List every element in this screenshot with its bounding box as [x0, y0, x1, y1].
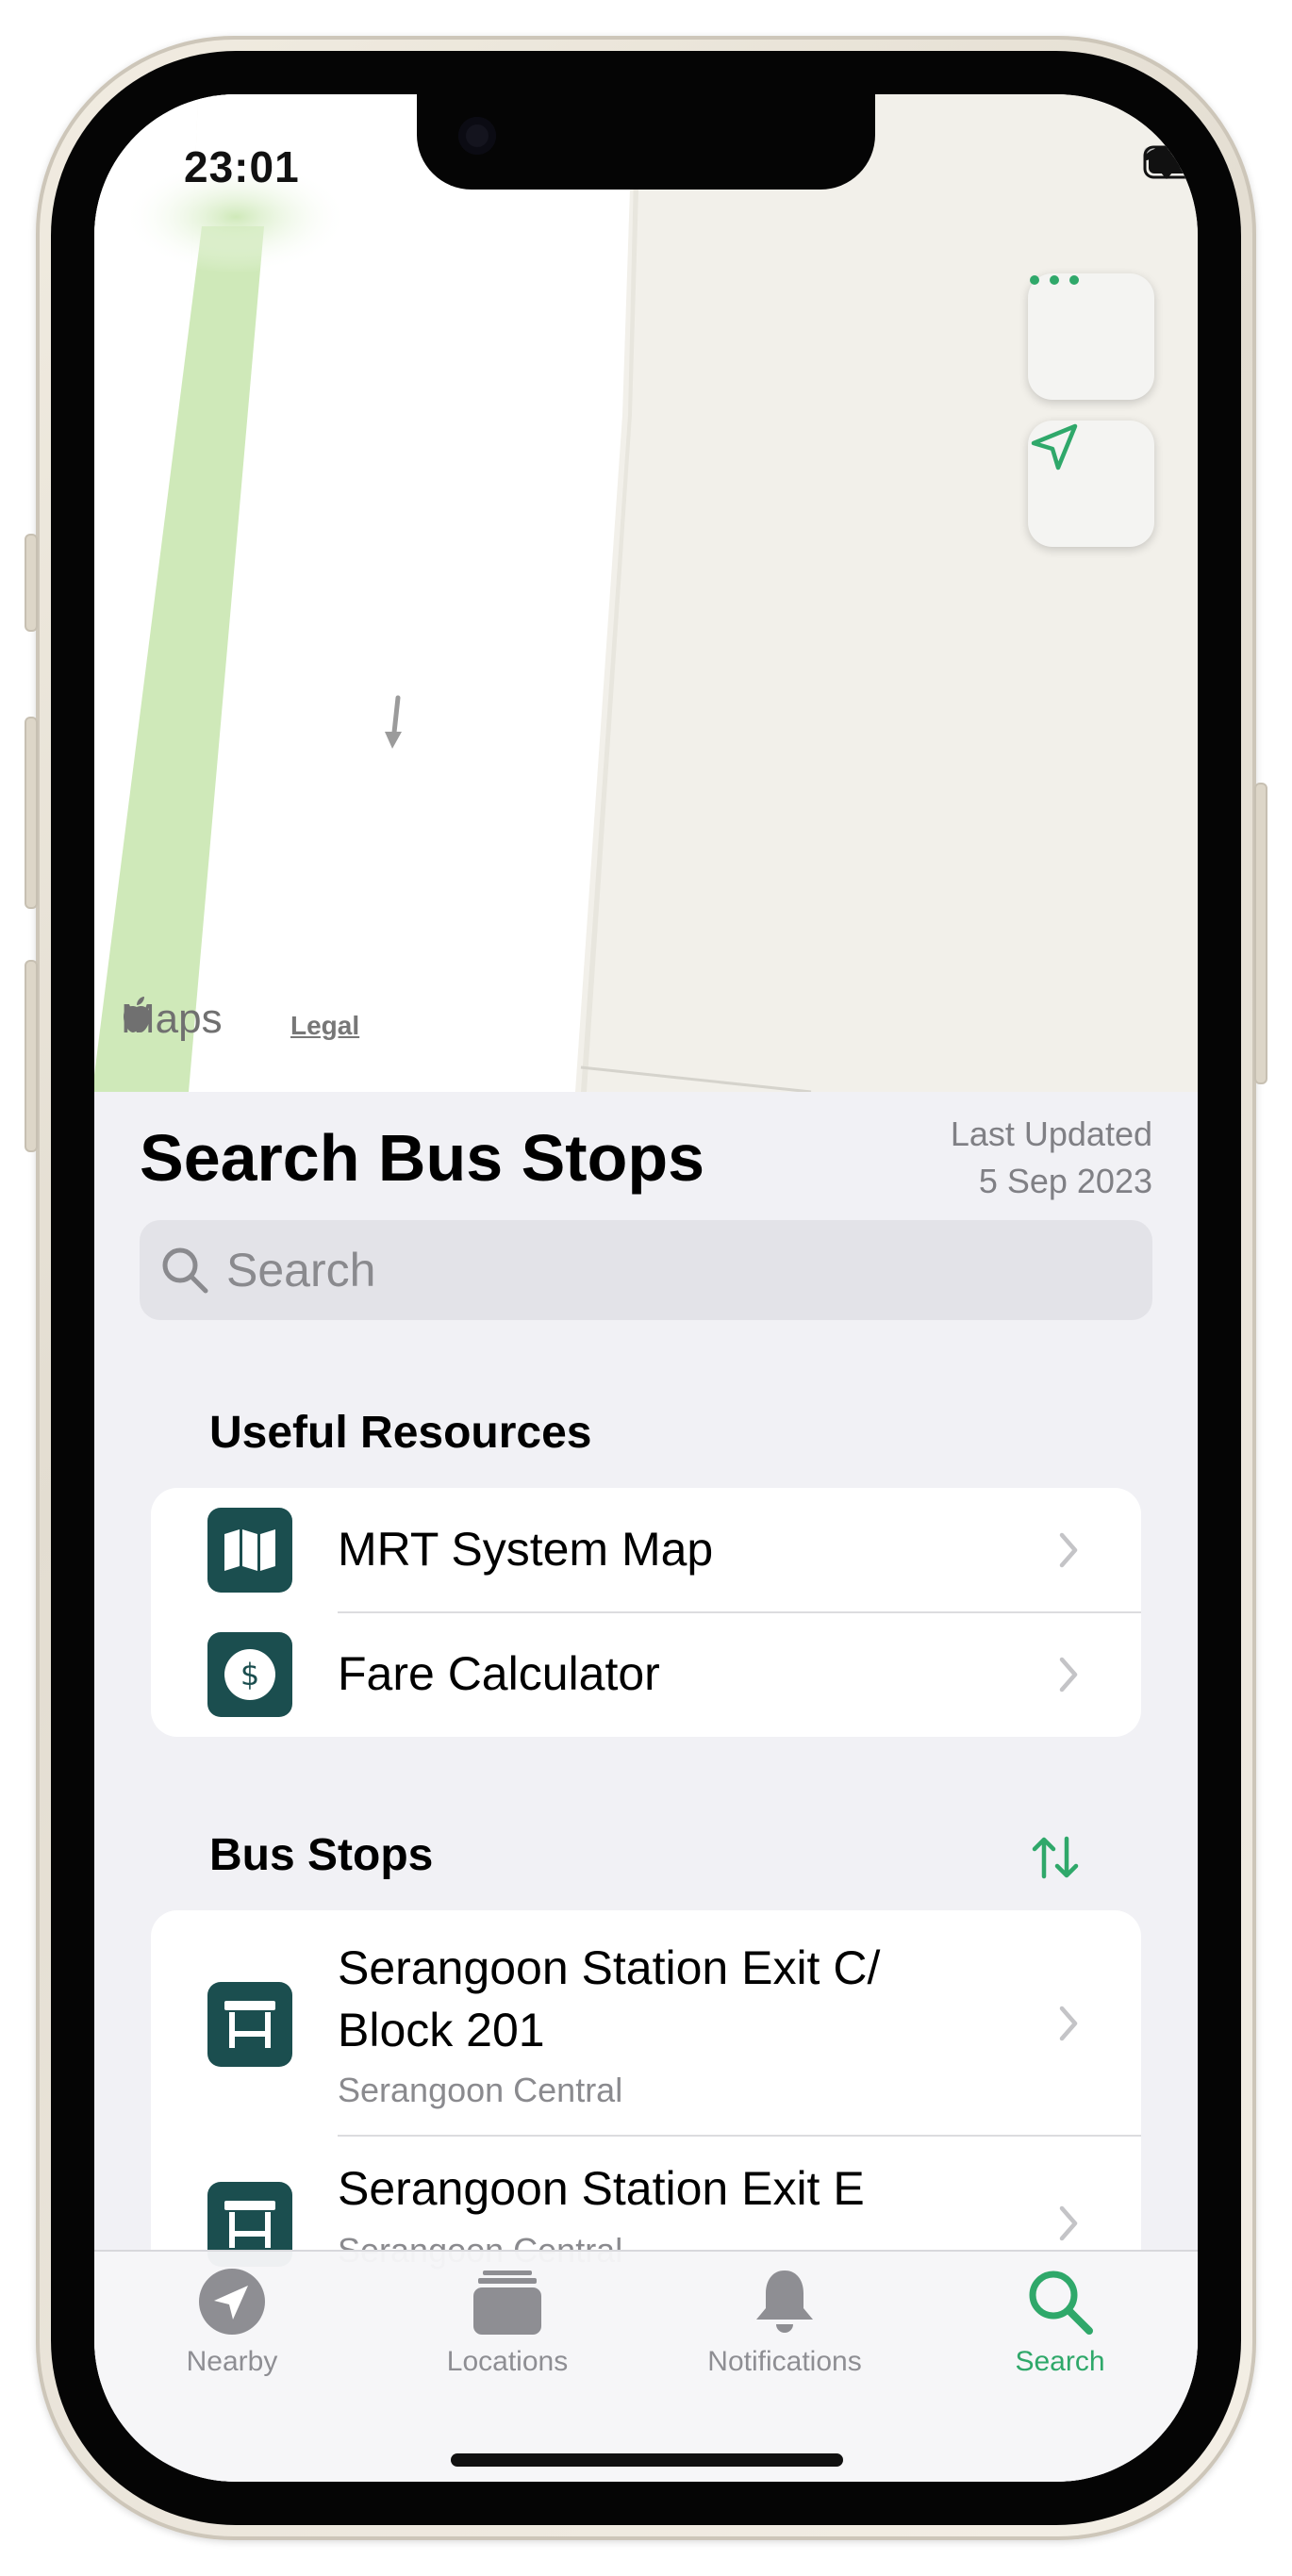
- volume-down-button: [25, 960, 38, 1152]
- tab-search[interactable]: Search: [966, 2267, 1154, 2378]
- bell-icon: [756, 2271, 813, 2333]
- location-arrow-icon: [199, 2269, 265, 2335]
- home-indicator[interactable]: [451, 2453, 843, 2467]
- tab-label: Search: [1015, 2346, 1105, 2377]
- magnifier-icon: [1029, 2271, 1093, 2335]
- camera-icon: [458, 117, 496, 155]
- volume-up-button: [25, 717, 38, 909]
- bus-stop-road: Serangoon Central: [338, 2071, 623, 2109]
- sort-arrows-icon[interactable]: [1030, 1835, 1081, 1880]
- action-button: [25, 534, 38, 632]
- dollar-icon: $: [207, 1632, 292, 1717]
- battery-icon: [1143, 145, 1198, 179]
- map-more-button[interactable]: [1028, 273, 1154, 400]
- tab-label: Notifications: [707, 2346, 862, 2377]
- list-item-fare-calculator[interactable]: $ Fare Calculator: [151, 1612, 1141, 1737]
- chevron-right-icon: [1059, 1532, 1078, 1568]
- useful-resources-list: MRT System Map $ Fare Calculator: [151, 1488, 1141, 1737]
- bus-stop-icon: [207, 1982, 292, 2067]
- search-icon: [162, 1247, 208, 1294]
- apple-logo-icon: [124, 997, 150, 1032]
- chevron-right-icon: [1059, 2006, 1078, 2041]
- apple-maps-attribution: Maps: [121, 996, 223, 1043]
- list-item-mrt-map[interactable]: MRT System Map: [151, 1488, 1141, 1612]
- useful-resources-header: Useful Resources: [209, 1408, 592, 1458]
- search-input[interactable]: Search: [140, 1220, 1152, 1320]
- search-placeholder: Search: [226, 1244, 376, 1296]
- legal-link[interactable]: Legal: [290, 1011, 359, 1041]
- map-icon: [207, 1508, 292, 1593]
- list-item-label: MRT System Map: [338, 1523, 714, 1576]
- bus-stop-name: Serangoon Station Exit E: [338, 2162, 865, 2215]
- chevron-right-icon: [1059, 2205, 1078, 2241]
- road-edge-bottom: [580, 1065, 812, 1092]
- list-item-label: Fare Calculator: [338, 1647, 660, 1700]
- status-time: 23:01: [184, 142, 300, 191]
- locate-me-button[interactable]: [1028, 421, 1154, 547]
- tab-bar: Nearby Locations Notifications Search: [94, 2250, 1198, 2482]
- bus-stop-name-line2: Block 201: [338, 2004, 545, 2056]
- svg-text:$: $: [240, 1657, 259, 1693]
- stack-icon: [473, 2271, 541, 2335]
- ellipsis-icon: [1030, 275, 1079, 285]
- bus-stops-list: Serangoon Station Exit C/ Block 201 Sera…: [151, 1910, 1141, 2306]
- map-view[interactable]: 23:01 Maps Legal: [94, 94, 1198, 1092]
- chevron-right-icon: [1059, 1657, 1078, 1693]
- bus-stop-name: Serangoon Station Exit C/ Block 201: [338, 1937, 880, 2061]
- tab-label: Nearby: [186, 2346, 278, 2377]
- last-updated: Last Updated 5 Sep 2023: [951, 1111, 1152, 1205]
- last-updated-label: Last Updated: [950, 1115, 1152, 1153]
- last-updated-date: 5 Sep 2023: [978, 1162, 1152, 1200]
- page-title: Search Bus Stops: [140, 1121, 705, 1195]
- bus-stops-header: Bus Stops: [209, 1830, 434, 1880]
- bus-stop-row[interactable]: Serangoon Station Exit C/ Block 201 Sera…: [151, 1910, 1141, 2137]
- tab-label: Locations: [446, 2346, 569, 2377]
- power-button: [1254, 783, 1267, 1084]
- map-canvas: [94, 94, 812, 1092]
- screen: 23:01 Maps Legal Search Bus Stops Last U…: [94, 94, 1198, 2482]
- location-arrow-icon: [1031, 423, 1078, 471]
- tab-nearby[interactable]: Nearby: [138, 2267, 326, 2378]
- bus-stop-name-line1: Serangoon Station Exit C/: [338, 1941, 881, 1994]
- tab-notifications[interactable]: Notifications: [690, 2267, 879, 2378]
- tab-locations[interactable]: Locations: [413, 2267, 602, 2378]
